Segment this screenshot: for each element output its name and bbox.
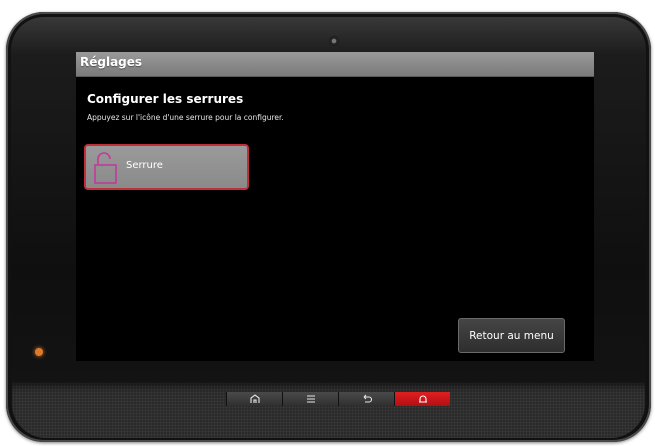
title-bar: Réglages [76, 52, 594, 77]
home-icon [249, 394, 260, 403]
page-title: Réglages [80, 55, 143, 69]
screen: Réglages Configurer les serrures Appuyez… [76, 52, 594, 361]
back-arrow-icon [363, 394, 372, 403]
nav-home-button[interactable] [226, 392, 282, 406]
nav-menu-button[interactable] [282, 392, 338, 406]
alarm-icon [418, 395, 427, 403]
unlocked-padlock-icon [94, 152, 117, 184]
nav-alarm-button[interactable] [394, 392, 450, 406]
menu-icon [306, 395, 315, 403]
speaker-grille [12, 382, 645, 438]
camera-icon [329, 36, 339, 46]
back-to-menu-button[interactable]: Retour au menu [458, 318, 565, 353]
lock-tile[interactable]: Serrure [84, 144, 249, 190]
section-heading: Configurer les serrures [87, 92, 244, 106]
section-subtitle: Appuyez sur l'icône d'une serrure pour l… [87, 113, 284, 122]
nav-back-button[interactable] [338, 392, 394, 406]
lock-label: Serrure [126, 160, 163, 171]
hardware-nav-bar [226, 392, 450, 406]
status-led [35, 348, 43, 356]
